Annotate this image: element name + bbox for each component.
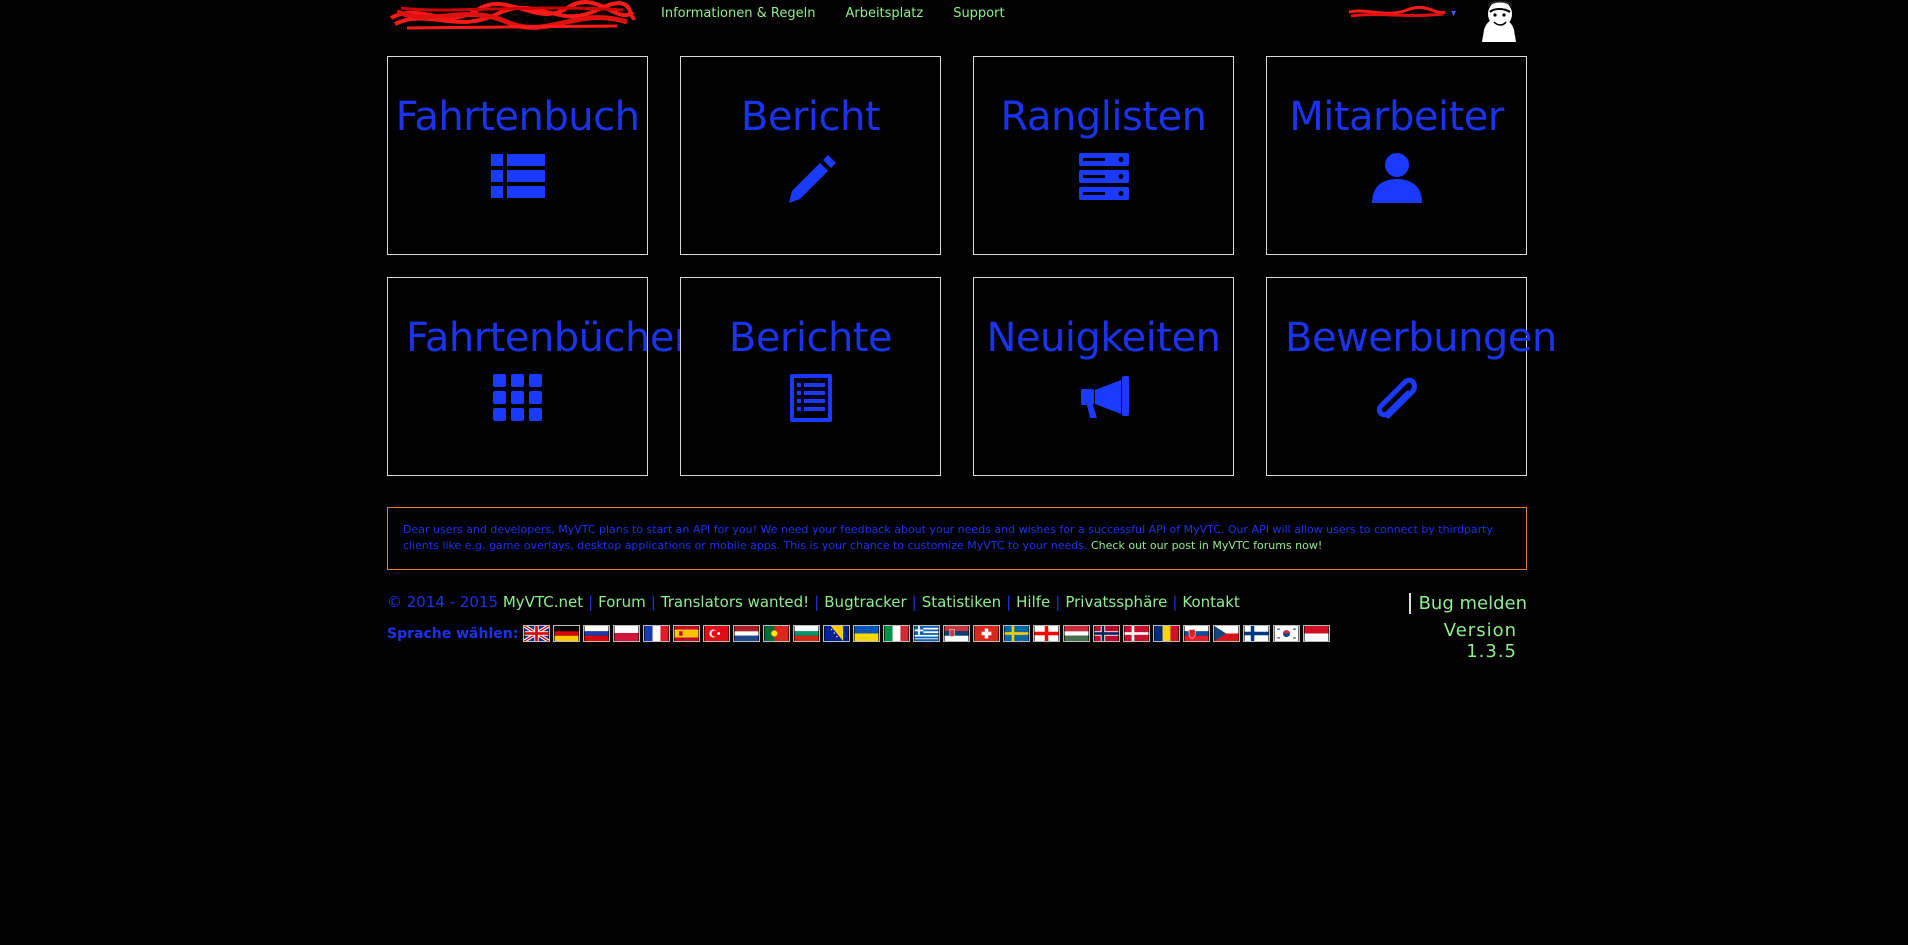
- finland-flag-icon[interactable]: [1243, 625, 1271, 642]
- uk-flag-icon[interactable]: [523, 625, 551, 642]
- footer-link-privacy[interactable]: Privatssphäre: [1065, 593, 1167, 611]
- tile-fahrtenbuch[interactable]: Fahrtenbuch: [387, 56, 648, 255]
- tile-label: Bericht: [740, 94, 881, 140]
- tile-label: Mitarbeiter: [1289, 94, 1504, 140]
- serbia-flag-icon[interactable]: [943, 625, 971, 642]
- portugal-flag-icon[interactable]: [763, 625, 791, 642]
- tile-ranglisten[interactable]: Ranglisten: [973, 56, 1234, 255]
- bug-version-block: Bug melden Version 1.3.5: [1404, 593, 1527, 662]
- separator: |: [1006, 593, 1012, 611]
- tile-bewerbungen[interactable]: Bewerbungen: [1266, 277, 1557, 476]
- nav-link-info-rules[interactable]: Informationen & Regeln: [661, 6, 815, 21]
- czech-flag-icon[interactable]: [1213, 625, 1241, 642]
- tile-mitarbeiter[interactable]: Mitarbeiter: [1266, 56, 1527, 255]
- tile-label: Ranglisten: [1000, 94, 1207, 140]
- language-selector: Sprache wählen:: [387, 625, 1331, 642]
- footer-link-translators[interactable]: Translators wanted!: [661, 593, 809, 611]
- slovakia-flag-icon[interactable]: [1183, 625, 1211, 642]
- tile-berichte[interactable]: Berichte: [680, 277, 941, 476]
- sweden-flag-icon[interactable]: [1003, 625, 1031, 642]
- germany-flag-icon[interactable]: [553, 625, 581, 642]
- hungary-flag-icon[interactable]: [1063, 625, 1091, 642]
- footer-links: © 2014 - 2015 MyVTC.net | Forum | Translator…: [387, 593, 1527, 611]
- megaphone-icon: [1080, 376, 1129, 418]
- flag-list: [523, 625, 1331, 642]
- tile-fahrtenbuecher[interactable]: Fahrtenbücher: [387, 277, 690, 476]
- tile-label: Neuigkeiten: [986, 315, 1222, 361]
- korea-flag-icon[interactable]: [1273, 625, 1301, 642]
- list-icon: [490, 154, 545, 198]
- tile-neuigkeiten[interactable]: Neuigkeiten: [973, 277, 1234, 476]
- tile-bericht[interactable]: Bericht: [680, 56, 941, 255]
- pencil-icon: [788, 155, 836, 203]
- tile-label: Berichte: [728, 315, 893, 361]
- separator: |: [911, 593, 917, 611]
- language-label: Sprache wählen:: [387, 625, 519, 642]
- tile-label: Fahrtenbücher: [406, 315, 690, 361]
- footer-link-kontakt[interactable]: Kontakt: [1182, 593, 1239, 611]
- chevron-down-icon: ▾: [1451, 7, 1457, 19]
- indonesia-flag-icon[interactable]: [1303, 625, 1331, 642]
- greece-flag-icon[interactable]: [913, 625, 941, 642]
- footer-link-forum[interactable]: Forum: [598, 593, 646, 611]
- denmark-flag-icon[interactable]: [1123, 625, 1151, 642]
- avatar[interactable]: [1470, 0, 1526, 42]
- bug-report-link[interactable]: Bug melden: [1408, 593, 1527, 614]
- server-stack-icon: [1078, 153, 1129, 200]
- api-notice: Dear users and developers, MyVTC plans t…: [387, 507, 1527, 570]
- switzerland-flag-icon[interactable]: [973, 625, 1001, 642]
- footer-link-bugtracker[interactable]: Bugtracker: [824, 593, 906, 611]
- italy-flag-icon[interactable]: [883, 625, 911, 642]
- norway-flag-icon[interactable]: [1093, 625, 1121, 642]
- footer-link-statistiken[interactable]: Statistiken: [922, 593, 1001, 611]
- copyright: © 2014 - 2015: [387, 593, 499, 611]
- brand-logo-scribbled[interactable]: [387, 0, 637, 32]
- user-icon: [1371, 153, 1422, 203]
- separator: |: [1055, 593, 1061, 611]
- russia-flag-icon[interactable]: [583, 625, 611, 642]
- footer-link-hilfe[interactable]: Hilfe: [1016, 593, 1050, 611]
- version-label: Version 1.3.5: [1443, 620, 1517, 662]
- romania-flag-icon[interactable]: [1153, 625, 1181, 642]
- username-scribbled: [1348, 6, 1446, 18]
- nav-link-support[interactable]: Support: [953, 6, 1004, 21]
- notice-text: Dear users and developers, MyVTC plans t…: [403, 523, 1493, 552]
- bulgaria-flag-icon[interactable]: [793, 625, 821, 642]
- ukraine-flag-icon[interactable]: [853, 625, 881, 642]
- turkey-flag-icon[interactable]: [703, 625, 731, 642]
- spain-flag-icon[interactable]: [673, 625, 701, 642]
- netherlands-flag-icon[interactable]: [733, 625, 761, 642]
- separator: |: [814, 593, 820, 611]
- grid-icon: [492, 374, 542, 421]
- user-menu-toggle[interactable]: ▾: [1347, 6, 1456, 20]
- separator: |: [650, 593, 656, 611]
- tile-label: Fahrtenbuch: [395, 94, 640, 140]
- poland-flag-icon[interactable]: [613, 625, 641, 642]
- document-list-icon: [789, 374, 832, 422]
- separator: |: [1172, 593, 1178, 611]
- nav-link-workplace[interactable]: Arbeitsplatz: [845, 6, 923, 21]
- tile-label: Bewerbungen: [1285, 315, 1557, 361]
- bosnia-flag-icon[interactable]: [823, 625, 851, 642]
- separator: |: [588, 593, 594, 611]
- top-navbar: Informationen & Regeln Arbeitsplatz Supp…: [387, 0, 1527, 42]
- georgia-flag-icon[interactable]: [1033, 625, 1061, 642]
- france-flag-icon[interactable]: [643, 625, 671, 642]
- paperclip-icon: [1376, 377, 1417, 419]
- notice-forum-link[interactable]: Check out our post in MyVTC forums now!: [1091, 539, 1322, 552]
- main-nav: Informationen & Regeln Arbeitsplatz Supp…: [661, 6, 1005, 21]
- footer-link-myvtc[interactable]: MyVTC.net: [503, 593, 583, 611]
- footer: © 2014 - 2015 MyVTC.net | Forum | Translator…: [387, 593, 1527, 662]
- page-container: Informationen & Regeln Arbeitsplatz Supp…: [387, 0, 1557, 945]
